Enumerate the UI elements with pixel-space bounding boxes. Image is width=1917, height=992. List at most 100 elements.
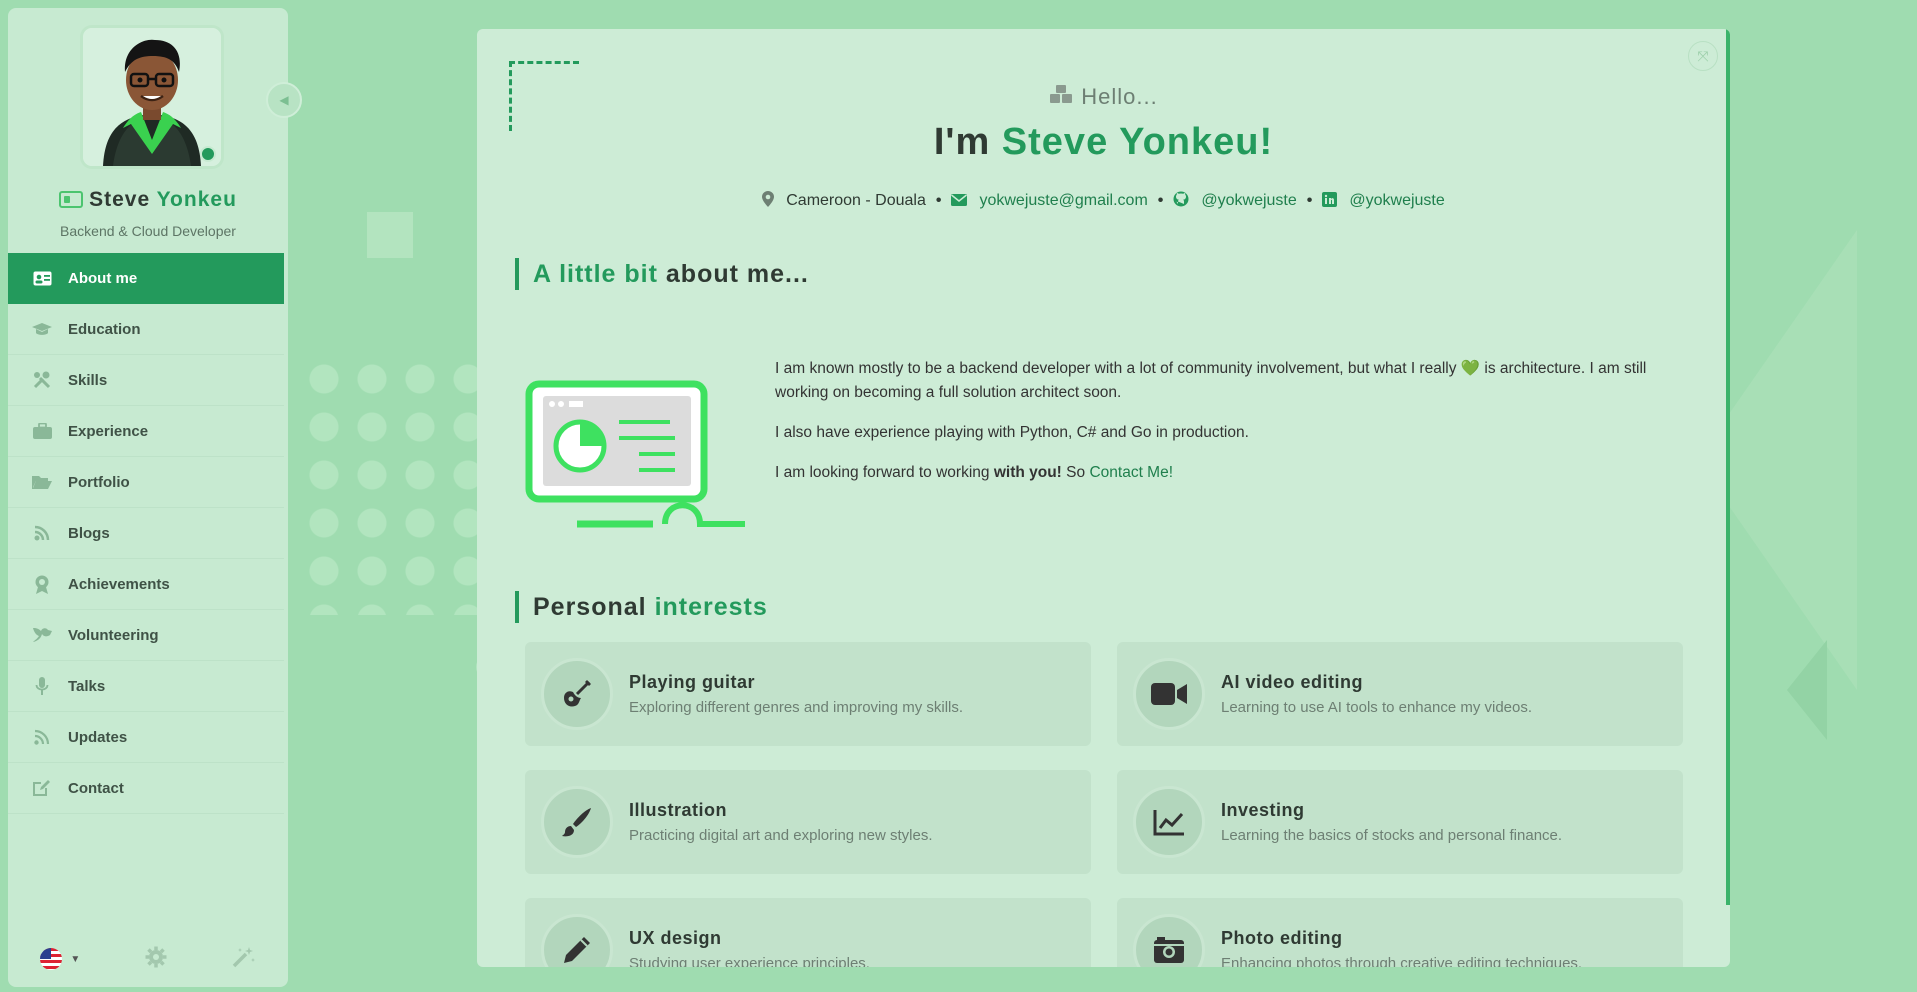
- main-content: ⤧ Hello... I'm Steve Yonkeu! Cameroon - …: [477, 29, 1730, 967]
- background-square: [367, 212, 413, 258]
- sidebar: ◀ Steve Yonkeu Backend & Cloud Developer…: [8, 8, 302, 987]
- background-triangle-small: [1787, 640, 1827, 740]
- contact-me-link[interactable]: Contact Me!: [1089, 464, 1173, 481]
- about-section-title: A little bit about me...: [515, 258, 809, 290]
- interest-title: Illustration: [629, 800, 728, 820]
- expand-icon: ⤧: [1697, 47, 1709, 64]
- sidebar-item-about-me[interactable]: About me: [8, 253, 284, 304]
- online-status-indicator: [200, 146, 216, 162]
- interest-desc: Exploring different genres and improving…: [629, 699, 964, 716]
- location-text: Cameroon - Douala: [786, 191, 926, 209]
- collapse-sidebar-button[interactable]: ◀: [266, 82, 302, 118]
- hello-heading: Hello...: [477, 84, 1730, 110]
- page-title: I'm Steve Yonkeu!: [477, 121, 1730, 164]
- about-p3-start: I am looking forward to working: [775, 464, 990, 481]
- about-paragraph-3: I am looking forward to working with you…: [775, 461, 1675, 485]
- sidebar-item-volunteering[interactable]: Volunteering: [8, 610, 284, 661]
- sidebar-nav: About me Education Skills Experience Por…: [8, 253, 284, 814]
- sidebar-item-education[interactable]: Education: [8, 304, 284, 355]
- location-item: Cameroon - Douala: [762, 191, 926, 210]
- blog-icon: [32, 524, 52, 542]
- sidebar-item-achievements[interactable]: Achievements: [8, 559, 284, 610]
- microphone-icon: [32, 677, 52, 695]
- magic-wand-icon: [232, 946, 255, 967]
- map-marker-icon: [762, 191, 775, 210]
- about-paragraph-1: I am known mostly to be a backend develo…: [775, 357, 1675, 405]
- profile-subtitle: Backend & Cloud Developer: [60, 223, 236, 239]
- interest-card: Playing guitar Exploring different genre…: [525, 642, 1091, 746]
- id-card-icon: [32, 269, 52, 287]
- sidebar-item-label: Volunteering: [68, 626, 159, 644]
- about-paragraph-2: I also have experience playing with Pyth…: [775, 424, 1249, 441]
- sidebar-item-label: Contact: [68, 779, 124, 797]
- camera-retro-icon: [1133, 914, 1205, 967]
- interests-section-title: Personal interests: [515, 591, 768, 623]
- interest-desc: Learning to use AI tools to enhance my v…: [1221, 699, 1533, 716]
- interest-card: AI video editing Learning to use AI tool…: [1117, 642, 1683, 746]
- interest-card: Illustration Practicing digital art and …: [525, 770, 1091, 874]
- email-link[interactable]: yokwejuste@gmail.com: [979, 192, 1147, 210]
- graduation-cap-icon: [32, 320, 52, 338]
- github-link[interactable]: @yokwejuste: [1201, 192, 1296, 210]
- award-icon: [32, 575, 52, 594]
- sidebar-item-skills[interactable]: Skills: [8, 355, 284, 406]
- interest-card: Investing Learning the basics of stocks …: [1117, 770, 1683, 874]
- us-flag-icon: [40, 948, 63, 970]
- sidebar-item-label: Skills: [68, 371, 108, 389]
- interest-title: AI video editing: [1221, 672, 1364, 692]
- tools-icon: [32, 371, 52, 389]
- caret-down-icon: ▼: [70, 953, 81, 965]
- sidebar-item-updates[interactable]: Updates: [8, 712, 284, 763]
- chart-line-icon: [1133, 786, 1205, 858]
- fullscreen-button[interactable]: ⤧: [1688, 41, 1718, 71]
- sidebar-item-label: Experience: [68, 422, 149, 440]
- page-title-prefix: I'm: [933, 121, 991, 163]
- guitar-icon: [541, 658, 613, 730]
- github-icon: [1173, 191, 1189, 210]
- id-badge-icon: [59, 191, 84, 208]
- interest-card: Photo editing Enhancing photos through c…: [1117, 898, 1683, 967]
- linkedin-link[interactable]: @yokwejuste: [1349, 192, 1444, 210]
- hello-text: Hello...: [1081, 84, 1158, 109]
- interest-title: Playing guitar: [629, 672, 756, 692]
- profile-name: Steve Yonkeu: [8, 188, 288, 212]
- interest-title: UX design: [629, 928, 722, 948]
- interests-title-accent: interests: [654, 593, 768, 621]
- rss-icon: [32, 728, 52, 746]
- computer-illustration: [525, 354, 745, 529]
- interest-desc: Studying user experience principles.: [629, 955, 870, 967]
- about-p3-so: So: [1066, 464, 1086, 481]
- language-selector[interactable]: ▼: [40, 948, 80, 970]
- sidebar-item-label: Updates: [68, 728, 128, 746]
- interests-grid: Playing guitar Exploring different genre…: [525, 642, 1683, 967]
- sidebar-item-portfolio[interactable]: Portfolio: [8, 457, 284, 508]
- settings-button[interactable]: [145, 946, 167, 973]
- email-item: yokwejuste@gmail.com: [951, 192, 1148, 210]
- background-dot-pattern: [300, 355, 500, 615]
- sidebar-footer: ▼: [8, 931, 288, 987]
- sidebar-item-label: Blogs: [68, 524, 110, 542]
- separator-dot: •: [935, 191, 942, 209]
- about-p3-bold: with you!: [993, 464, 1062, 481]
- sidebar-item-label: Portfolio: [68, 473, 130, 491]
- theme-button[interactable]: [232, 946, 256, 973]
- sidebar-item-label: Talks: [68, 677, 106, 695]
- sidebar-item-contact[interactable]: Contact: [8, 763, 284, 814]
- interest-title: Investing: [1221, 800, 1305, 820]
- about-p1-start: I am known mostly to be a backend develo…: [775, 360, 1457, 377]
- sidebar-item-label: Achievements: [68, 575, 170, 593]
- sidebar-item-experience[interactable]: Experience: [8, 406, 284, 457]
- profile-first-name: Steve: [89, 188, 151, 211]
- linkedin-icon: [1322, 191, 1338, 210]
- sidebar-item-blogs[interactable]: Blogs: [8, 508, 284, 559]
- about-title-rest: about me...: [665, 260, 809, 288]
- folder-open-icon: [32, 473, 52, 491]
- interest-desc: Learning the basics of stocks and person…: [1221, 827, 1563, 844]
- sidebar-item-talks[interactable]: Talks: [8, 661, 284, 712]
- envelope-icon: [951, 193, 968, 209]
- video-camera-icon: [1133, 658, 1205, 730]
- about-text: I am known mostly to be a backend develo…: [775, 357, 1675, 501]
- github-item: @yokwejuste: [1173, 191, 1297, 210]
- interest-desc: Enhancing photos through creative editin…: [1221, 955, 1583, 967]
- separator-dot: •: [1157, 191, 1164, 209]
